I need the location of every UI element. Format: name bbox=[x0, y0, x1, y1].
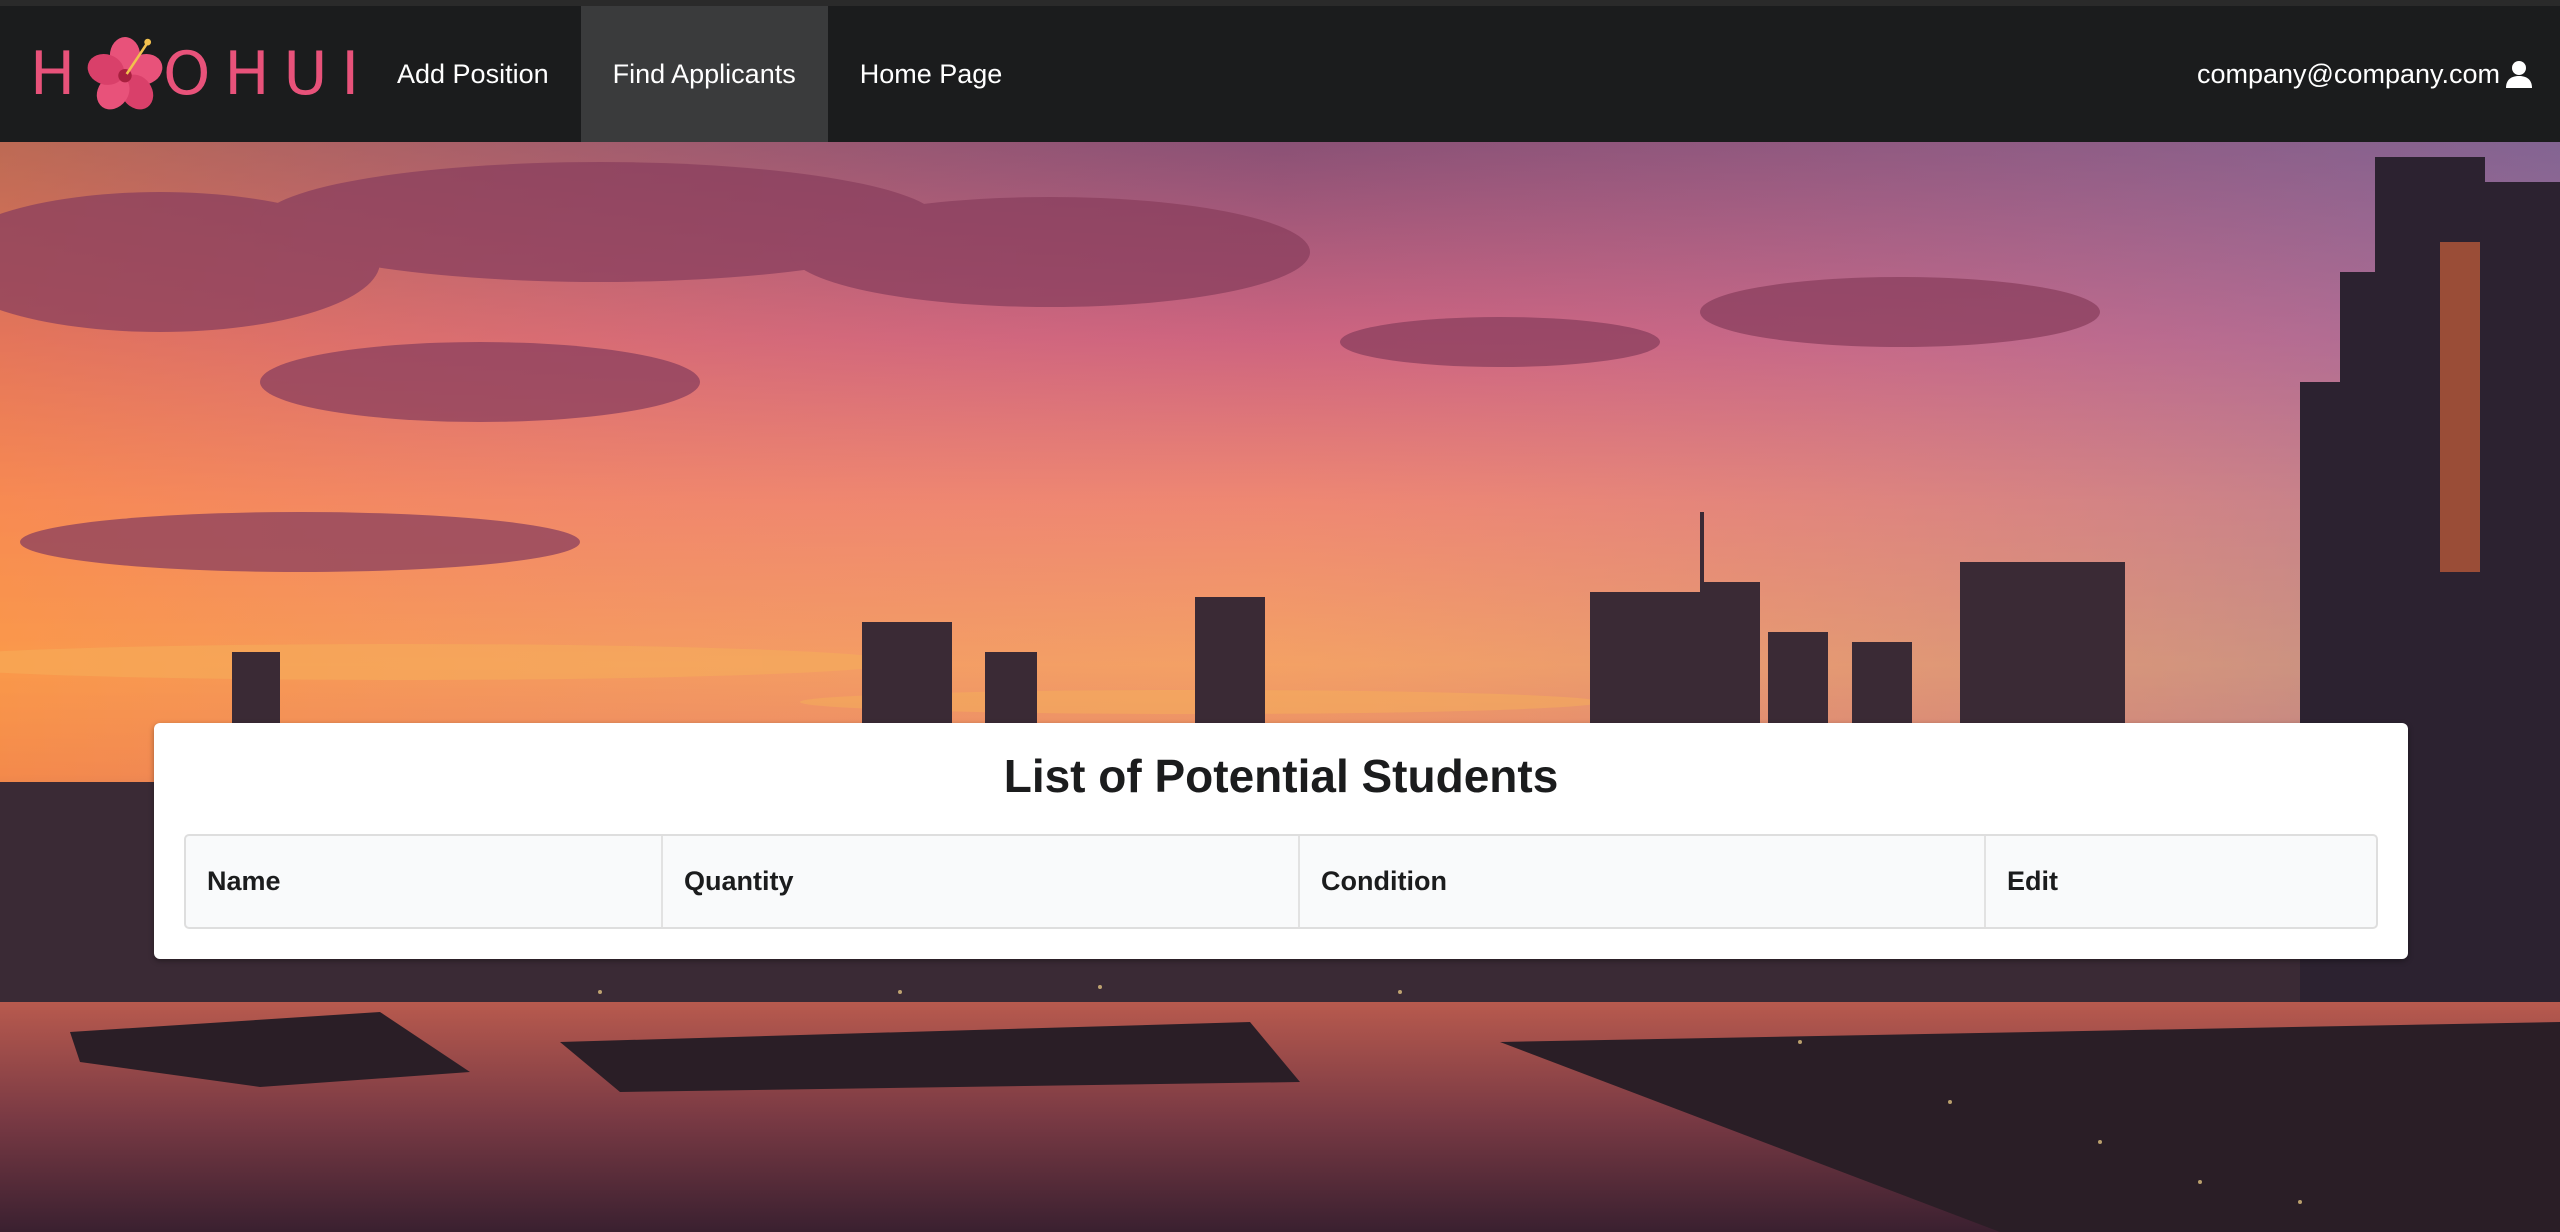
user-email: company@company.com bbox=[2196, 58, 2500, 89]
user-icon bbox=[2506, 61, 2532, 88]
city-sunset-image bbox=[0, 142, 2560, 1232]
logo-text-right: OHUI bbox=[163, 39, 374, 109]
page-title: List of Potential Students bbox=[1003, 750, 1559, 802]
top-navbar: H OHUI Add Position Find Applicants Home… bbox=[0, 0, 2560, 142]
students-card: List of Potential Students Name Quantity… bbox=[154, 723, 2408, 959]
nav-add-position[interactable]: Add Position bbox=[365, 6, 581, 142]
nav-add-position-label: Add Position bbox=[397, 58, 549, 89]
nav-home-page[interactable]: Home Page bbox=[828, 6, 1035, 142]
logo-text-left: H bbox=[30, 39, 90, 109]
nav-find-applicants-label: Find Applicants bbox=[612, 58, 796, 89]
user-menu[interactable]: company@company.com bbox=[2197, 6, 2560, 142]
students-table-header: Name Quantity Condition Edit bbox=[184, 834, 2378, 929]
logo-wordmark: H OHUI bbox=[30, 32, 373, 116]
logo[interactable]: H OHUI bbox=[0, 6, 365, 142]
column-header-condition: Condition bbox=[1300, 836, 1986, 927]
hibiscus-flower-icon bbox=[87, 37, 163, 110]
nav-find-applicants[interactable]: Find Applicants bbox=[580, 6, 828, 142]
nav-home-page-label: Home Page bbox=[859, 58, 1003, 89]
city-sunset-background bbox=[0, 142, 2560, 1232]
column-header-edit: Edit bbox=[2007, 866, 2058, 896]
column-header-name: Name bbox=[186, 836, 663, 927]
column-header-quantity: Quantity bbox=[663, 836, 1300, 927]
